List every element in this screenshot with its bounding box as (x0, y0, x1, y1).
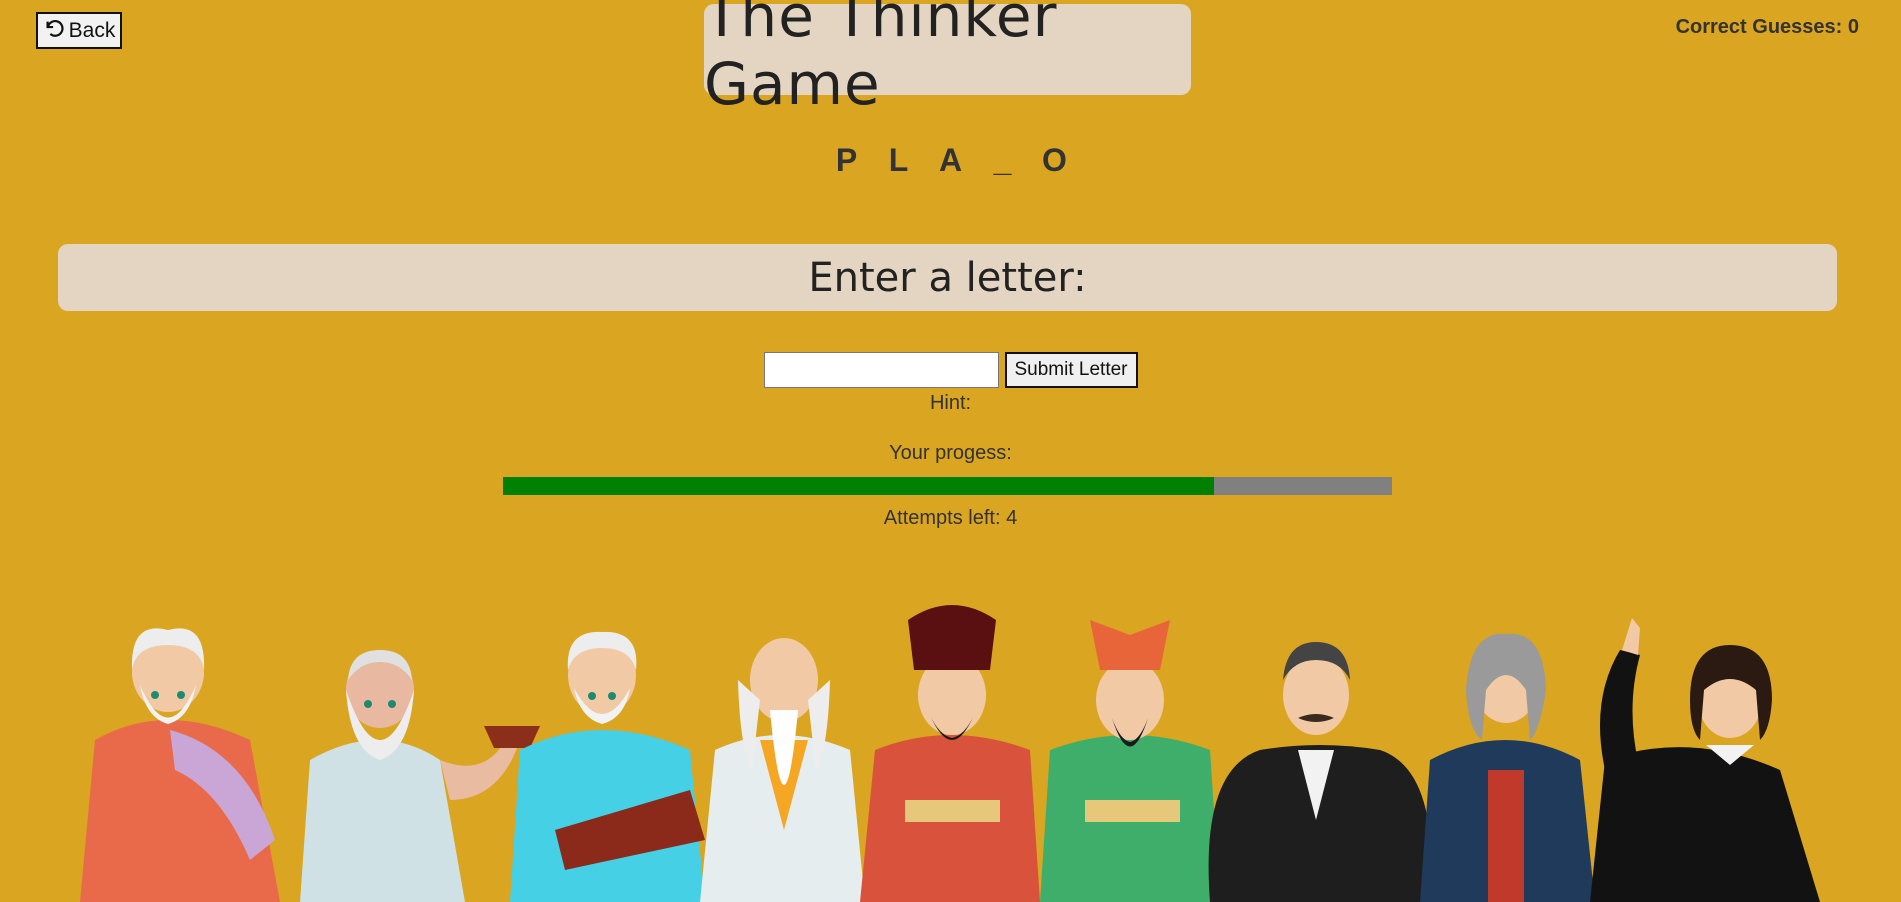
philosopher-figure (510, 631, 705, 902)
letter-slot: L (888, 142, 909, 178)
philosopher-figure (1590, 618, 1820, 902)
philosopher-figure (1208, 642, 1432, 902)
letter-entry-form: Submit Letter (0, 352, 1901, 388)
philosopher-figure (80, 628, 280, 902)
prompt-heading: Enter a letter: (808, 254, 1087, 301)
philosopher-figure (1040, 620, 1220, 902)
philosopher-figure (300, 650, 540, 902)
correct-guesses-counter: Correct Guesses: 0 (1675, 16, 1859, 38)
title-banner: The Thinker Game (704, 0, 1191, 118)
progress-bar (503, 477, 1392, 495)
undo-arrow-icon (43, 17, 65, 45)
back-button[interactable]: Back (36, 12, 122, 49)
page-title: The Thinker Game (704, 0, 1058, 118)
letter-slot: _ (993, 142, 1012, 178)
philosopher-figure (860, 605, 1040, 902)
letter-input[interactable] (763, 352, 999, 388)
philosophers-illustration (80, 605, 1820, 902)
back-label: Back (68, 18, 116, 42)
word-display: P L A _ O (0, 142, 1901, 179)
philosopher-figure (700, 638, 865, 902)
letter-slot: O (1042, 142, 1067, 178)
progress-label: Your progess: (889, 442, 1012, 464)
attempts-left: Attempts left: 4 (883, 507, 1018, 529)
hint-label: Hint: (929, 392, 972, 414)
progress-fill (503, 477, 1215, 495)
letter-slot: P (835, 142, 858, 178)
submit-letter-button[interactable]: Submit Letter (1004, 352, 1138, 388)
letter-slot: A (938, 142, 963, 178)
prompt-banner: Enter a letter: (58, 244, 1837, 311)
philosopher-figure (1420, 633, 1595, 902)
